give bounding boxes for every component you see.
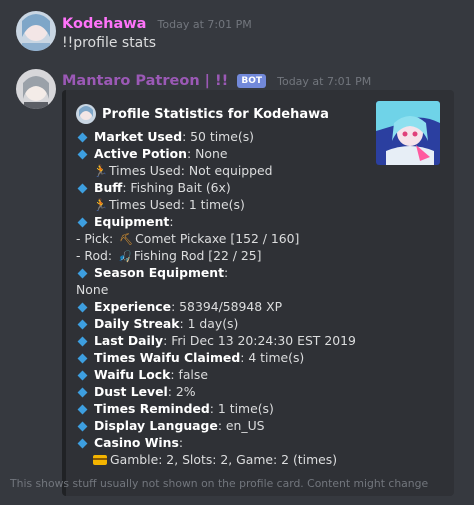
embed-footer: This shows stuff usually not shown on th… — [10, 477, 429, 490]
diamond-icon — [77, 183, 88, 193]
pickaxe-icon: ⛏ — [119, 233, 134, 246]
message-text: !!profile stats — [62, 35, 157, 51]
runner-icon: 🏃 — [93, 164, 108, 178]
field-equipment: Equipment: — [76, 213, 446, 230]
field-casino-wins: Casino Wins: — [76, 434, 446, 451]
username[interactable]: Mantaro Patreon | !! — [62, 73, 228, 89]
username[interactable]: Kodehawa — [62, 16, 146, 32]
embed-fields: Market Used: 50 time(s) Active Potion: N… — [76, 128, 446, 468]
credit-card-icon — [93, 455, 107, 465]
field-market-used: Market Used: 50 time(s) — [76, 128, 446, 145]
diamond-icon — [77, 268, 88, 278]
field-buff-times: 🏃Times Used: 1 time(s) — [93, 197, 245, 212]
field-experience: Experience: 58394/58948 XP — [76, 298, 446, 315]
diamond-icon — [77, 217, 88, 227]
diamond-icon — [77, 132, 88, 142]
diamond-icon — [77, 421, 88, 431]
embed-author: Profile Statistics for Kodehawa — [76, 104, 329, 124]
field-potion-times: 🏃Times Used: Not equipped — [93, 163, 273, 178]
timestamp: Today at 7:01 PM — [277, 75, 372, 88]
bot-badge: BOT — [237, 74, 267, 88]
diamond-icon — [77, 353, 88, 363]
embed: Profile Statistics for Kodehawa Market U… — [62, 90, 454, 496]
diamond-icon — [77, 438, 88, 448]
diamond-icon — [77, 387, 88, 397]
runner-icon: 🏃 — [93, 198, 108, 212]
embed-author-name: Profile Statistics for Kodehawa — [102, 106, 329, 122]
timestamp: Today at 7:01 PM — [157, 18, 252, 31]
field-dust-level: Dust Level: 2% — [76, 383, 446, 400]
field-waifu-lock: Waifu Lock: false — [76, 366, 446, 383]
diamond-icon — [77, 370, 88, 380]
fishing-rod-icon: 🎣 — [118, 250, 132, 263]
field-display-language: Display Language: en_US — [76, 417, 446, 434]
field-active-potion: Active Potion: None — [76, 145, 446, 162]
field-buff: Buff: Fishing Bait (6x) — [76, 179, 446, 196]
field-pick: - Pick: ⛏ Comet Pickaxe [152 / 160] — [76, 231, 300, 246]
avatar[interactable] — [16, 11, 56, 51]
diamond-icon — [77, 149, 88, 159]
field-casino-detail: Gamble: 2, Slots: 2, Game: 2 (times) — [76, 451, 446, 468]
diamond-icon — [77, 302, 88, 312]
field-waifu-claimed: Times Waifu Claimed: 4 time(s) — [76, 349, 446, 366]
field-last-daily: Last Daily: Fri Dec 13 20:24:30 EST 2019 — [76, 332, 446, 349]
author-avatar-icon — [76, 104, 96, 124]
field-season-equipment: Season Equipment: — [76, 264, 446, 281]
field-rod: - Rod: 🎣 Fishing Rod [22 / 25] — [76, 248, 262, 263]
diamond-icon — [77, 319, 88, 329]
avatar[interactable] — [16, 69, 56, 109]
field-daily-streak: Daily Streak: 1 day(s) — [76, 315, 446, 332]
message-kodehawa: Kodehawa Today at 7:01 PM !!profile stat… — [0, 0, 474, 60]
diamond-icon — [77, 404, 88, 414]
diamond-icon — [77, 336, 88, 346]
field-season-none: None — [76, 282, 109, 297]
field-times-reminded: Times Reminded: 1 time(s) — [76, 400, 446, 417]
